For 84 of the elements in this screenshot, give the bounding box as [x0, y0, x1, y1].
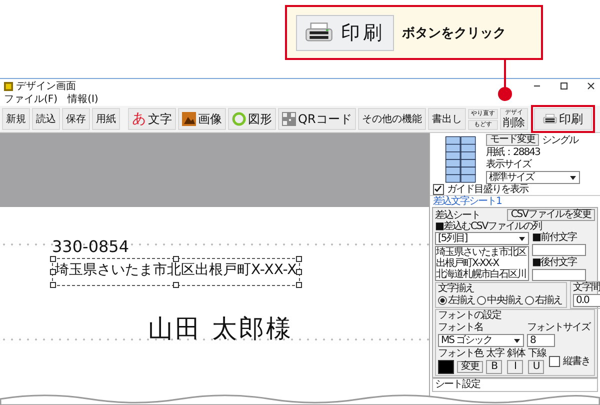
font-color-label: フォント色 [438, 348, 483, 359]
toolbar-button[interactable]: 読込 [32, 108, 60, 130]
resize-handle[interactable] [50, 282, 56, 288]
toolbar-button[interactable]: 図形 [228, 108, 276, 130]
menu-item[interactable]: ファイル(F) [4, 94, 58, 106]
toolbar-button[interactable]: 用紙 [92, 108, 120, 130]
checkmark-icon [434, 185, 442, 193]
radio-button[interactable] [525, 296, 534, 305]
mode-text: シングル [542, 134, 578, 146]
font-name-label: フォント名 [438, 322, 484, 333]
display-size-label: 表示サイズ [486, 159, 532, 170]
toolbar-button[interactable]: 新規 [2, 108, 30, 130]
picture-icon [182, 112, 196, 126]
radio-button[interactable] [438, 296, 447, 305]
suffix-label: ■後付文字 [532, 257, 578, 268]
callout-text: ボタンをクリック [402, 24, 506, 42]
dropdown-arrow-icon [569, 174, 577, 182]
prefix-label: ■前付文字 [532, 232, 578, 243]
font-size-label: フォントサイズ [527, 322, 590, 333]
resize-handle[interactable] [172, 282, 179, 288]
list-item: 埼玉県さいたま市北区 [436, 247, 526, 258]
resize-handle[interactable] [296, 269, 302, 275]
guide-label: ガイド目盛りを表示 [447, 184, 528, 195]
resize-handle[interactable] [172, 256, 179, 262]
toolbar-button[interactable]: 保存 [62, 108, 90, 130]
csv-column-label: ■差込むCSVファイルの列 [435, 221, 543, 232]
toolbar-button[interactable]: あ 文字 [128, 108, 176, 130]
label-layout-preview [444, 134, 478, 184]
style-label: 斜体 [507, 348, 525, 359]
csv-column-dropdown[interactable]: [5列目] [435, 232, 529, 245]
suffix-input-field[interactable] [532, 269, 586, 281]
print-button-illustration: 印刷 [296, 14, 394, 50]
toolbar-button[interactable]: QRコード [278, 108, 356, 130]
style-label: 太字 [486, 348, 504, 359]
font-color-swatch[interactable] [438, 360, 454, 374]
toolbar-button[interactable]: 画像 [178, 108, 226, 130]
vertical-label: 縦書き [563, 356, 590, 366]
toolbar-button[interactable]: 印刷 [534, 108, 592, 130]
dropdown-arrow-icon [513, 336, 521, 344]
toolbar-button[interactable]: 書出し [428, 108, 466, 130]
resize-handle[interactable] [296, 256, 302, 262]
close-icon[interactable] [586, 81, 596, 91]
address-text[interactable]: 埼玉県さいたま市北区出根戸町X-XX-X [52, 258, 300, 286]
font-style-button[interactable]: I [507, 360, 523, 374]
radio-label: 右揃え [535, 295, 562, 306]
change-color-button[interactable]: 変更 [457, 361, 483, 373]
group-title: フォントの設定 [438, 310, 502, 321]
group-title: 文字間 [573, 282, 600, 293]
guide-checkbox[interactable] [433, 184, 444, 195]
menu-item[interactable]: 情報(I) [68, 94, 98, 106]
mode-change-button[interactable]: モード変更 [486, 134, 539, 146]
resize-handle[interactable] [296, 282, 302, 288]
printer-icon [542, 112, 557, 126]
vertical-checkbox[interactable] [549, 356, 560, 366]
style-label: 下線 [528, 348, 546, 359]
toolbar-button[interactable]: その他の機能 [358, 108, 426, 130]
resize-handle[interactable] [50, 256, 56, 262]
window-title: デザイン画面 [16, 80, 76, 93]
app-icon [4, 82, 13, 90]
display-size-dropdown[interactable]: 標準サイズ [486, 171, 580, 184]
font-size-spinner[interactable]: 8 [527, 334, 555, 347]
paper-text: 用紙：28843 [486, 147, 541, 158]
group-title: シート設定 [435, 379, 482, 390]
qr-code-icon [282, 112, 296, 126]
list-item: 出根戸町X-XX-X [436, 258, 500, 269]
printer-icon [305, 22, 333, 43]
radio-label: 中央揃え [487, 295, 523, 306]
prefix-input-field[interactable] [532, 244, 586, 256]
change-csv-button[interactable]: CSVファイルを変更 [506, 209, 595, 221]
font-style-button[interactable]: B [486, 360, 502, 374]
list-item: 北海道札幌市白石区川 [436, 269, 526, 280]
resize-handle[interactable] [50, 269, 56, 275]
font-style-button[interactable]: U [528, 360, 544, 374]
dropdown-arrow-icon [518, 234, 526, 242]
group-title: 差込シート [435, 210, 480, 220]
postal-code-text[interactable]: 330-0854 [52, 237, 429, 256]
radio-label: 左揃え [448, 295, 475, 306]
radio-button[interactable] [477, 296, 486, 305]
spacing-spinner[interactable]: 0.0 [573, 294, 600, 307]
group-title: 文字揃え [438, 283, 475, 294]
circle-icon [232, 112, 246, 126]
font-name-dropdown[interactable]: MS ゴシック [438, 334, 524, 347]
recipient-name-text[interactable]: 山田 太郎様 [148, 312, 429, 345]
maximize-icon[interactable] [559, 81, 569, 91]
